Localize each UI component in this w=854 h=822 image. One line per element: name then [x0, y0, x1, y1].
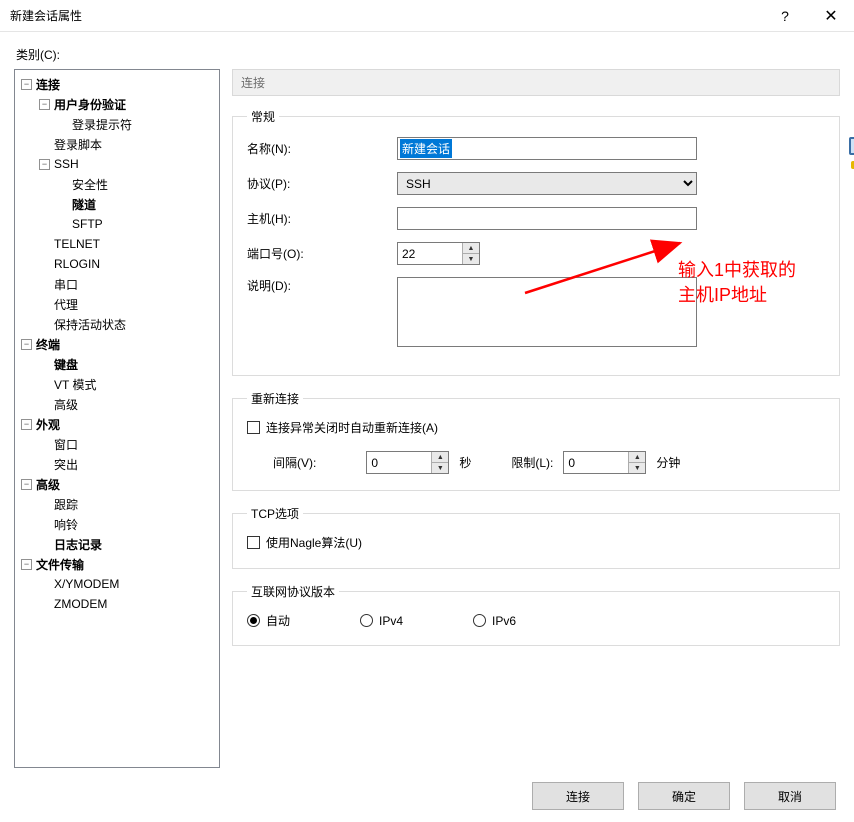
- ipv4-radio[interactable]: IPv4: [360, 614, 403, 628]
- tree-item-trace[interactable]: 跟踪: [17, 494, 219, 514]
- tree-item-logging[interactable]: 日志记录: [17, 534, 219, 554]
- spin-up-icon[interactable]: ▲: [463, 243, 479, 254]
- category-label: 类别(C):: [16, 46, 840, 63]
- tree-item-highlight[interactable]: 突出: [17, 454, 219, 474]
- expander-icon[interactable]: −: [21, 419, 32, 430]
- spin-down-icon[interactable]: ▼: [629, 463, 645, 473]
- port-spinner[interactable]: ▲▼: [397, 242, 480, 265]
- ipversion-group: 互联网协议版本 自动 IPv4 IPv6: [232, 583, 840, 646]
- limit-unit: 分钟: [656, 454, 680, 471]
- protocol-label: 协议(P):: [247, 175, 397, 192]
- radio-icon: [473, 614, 486, 627]
- tree-item-window[interactable]: 窗口: [17, 434, 219, 454]
- interval-unit: 秒: [459, 454, 471, 471]
- tree-item-security[interactable]: 安全性: [17, 174, 219, 194]
- radio-icon: [247, 614, 260, 627]
- tree-item-connection[interactable]: −连接: [17, 74, 219, 94]
- tree-item-advanced[interactable]: −高级: [17, 474, 219, 494]
- tree-item-login-script[interactable]: 登录脚本: [17, 134, 219, 154]
- auto-reconnect-checkbox[interactable]: 连接异常关闭时自动重新连接(A): [247, 419, 438, 436]
- expander-icon[interactable]: −: [39, 99, 50, 110]
- tree-item-keyboard[interactable]: 键盘: [17, 354, 219, 374]
- close-button[interactable]: ✕: [808, 0, 854, 32]
- network-icon: [847, 135, 854, 175]
- name-input[interactable]: 新建会话: [397, 137, 697, 160]
- panel-header: 连接: [232, 69, 840, 96]
- tree-item-advanced-terminal[interactable]: 高级: [17, 394, 219, 414]
- tree-item-serial[interactable]: 串口: [17, 274, 219, 294]
- tree-item-vtmode[interactable]: VT 模式: [17, 374, 219, 394]
- interval-input[interactable]: [367, 452, 431, 473]
- tcp-legend: TCP选项: [247, 505, 303, 522]
- tree-item-auth[interactable]: −用户身份验证: [17, 94, 219, 114]
- interval-spinner[interactable]: ▲▼: [366, 451, 449, 474]
- tree-item-proxy[interactable]: 代理: [17, 294, 219, 314]
- cancel-button[interactable]: 取消: [744, 782, 836, 810]
- expander-icon[interactable]: −: [21, 339, 32, 350]
- expander-icon[interactable]: −: [21, 479, 32, 490]
- checkbox-icon: [247, 536, 260, 549]
- tree-item-tunnel[interactable]: 隧道: [17, 194, 219, 214]
- spin-down-icon[interactable]: ▼: [432, 463, 448, 473]
- dialog-buttons: 连接 确定 取消: [14, 768, 840, 810]
- port-input[interactable]: [398, 243, 462, 264]
- tree-item-zmodem[interactable]: ZMODEM: [17, 594, 219, 614]
- nagle-checkbox[interactable]: 使用Nagle算法(U): [247, 534, 362, 551]
- tree-item-sftp[interactable]: SFTP: [17, 214, 219, 234]
- spin-down-icon[interactable]: ▼: [463, 254, 479, 264]
- ipversion-legend: 互联网协议版本: [247, 583, 339, 600]
- spin-up-icon[interactable]: ▲: [432, 452, 448, 463]
- radio-icon: [360, 614, 373, 627]
- limit-label: 限制(L):: [511, 454, 553, 471]
- checkbox-icon: [247, 421, 260, 434]
- expander-icon[interactable]: −: [21, 559, 32, 570]
- ip-auto-radio[interactable]: 自动: [247, 612, 290, 629]
- host-input[interactable]: [397, 207, 697, 230]
- host-label: 主机(H):: [247, 210, 397, 227]
- tree-item-bell[interactable]: 响铃: [17, 514, 219, 534]
- expander-icon[interactable]: −: [39, 159, 50, 170]
- interval-label: 间隔(V):: [273, 454, 316, 471]
- category-tree[interactable]: −连接 −用户身份验证 登录提示符 登录脚本 −SSH 安全性 隧道: [14, 69, 220, 768]
- nagle-label: 使用Nagle算法(U): [266, 534, 362, 551]
- port-label: 端口号(O):: [247, 245, 397, 262]
- name-label: 名称(N):: [247, 140, 397, 157]
- reconnect-group: 重新连接 连接异常关闭时自动重新连接(A) 间隔(V): ▲▼ 秒 限制(L):: [232, 390, 840, 491]
- protocol-select[interactable]: SSH: [397, 172, 697, 195]
- tree-item-xymodem[interactable]: X/YMODEM: [17, 574, 219, 594]
- expander-icon[interactable]: −: [21, 79, 32, 90]
- name-input-value: 新建会话: [400, 139, 452, 158]
- tree-item-login-prompt[interactable]: 登录提示符: [17, 114, 219, 134]
- tree-item-telnet[interactable]: TELNET: [17, 234, 219, 254]
- help-button[interactable]: ?: [762, 0, 808, 32]
- title-bar: 新建会话属性 ? ✕: [0, 0, 854, 32]
- tcp-group: TCP选项 使用Nagle算法(U): [232, 505, 840, 569]
- tree-item-rlogin[interactable]: RLOGIN: [17, 254, 219, 274]
- tree-item-filetransfer[interactable]: −文件传输: [17, 554, 219, 574]
- window-title: 新建会话属性: [10, 7, 762, 24]
- limit-input[interactable]: [564, 452, 628, 473]
- ok-button[interactable]: 确定: [638, 782, 730, 810]
- auto-reconnect-label: 连接异常关闭时自动重新连接(A): [266, 419, 438, 436]
- general-legend: 常规: [247, 108, 279, 125]
- tree-item-ssh[interactable]: −SSH: [17, 154, 219, 174]
- limit-spinner[interactable]: ▲▼: [563, 451, 646, 474]
- desc-textarea[interactable]: [397, 277, 697, 347]
- spin-up-icon[interactable]: ▲: [629, 452, 645, 463]
- connect-button[interactable]: 连接: [532, 782, 624, 810]
- reconnect-legend: 重新连接: [247, 390, 303, 407]
- tree-item-terminal[interactable]: −终端: [17, 334, 219, 354]
- tree-item-appearance[interactable]: −外观: [17, 414, 219, 434]
- desc-label: 说明(D):: [247, 277, 397, 294]
- general-group: 常规 名称(N): 新建会话 协议(P): SSH: [232, 108, 840, 376]
- tree-item-keepalive[interactable]: 保持活动状态: [17, 314, 219, 334]
- ipv6-radio[interactable]: IPv6: [473, 614, 516, 628]
